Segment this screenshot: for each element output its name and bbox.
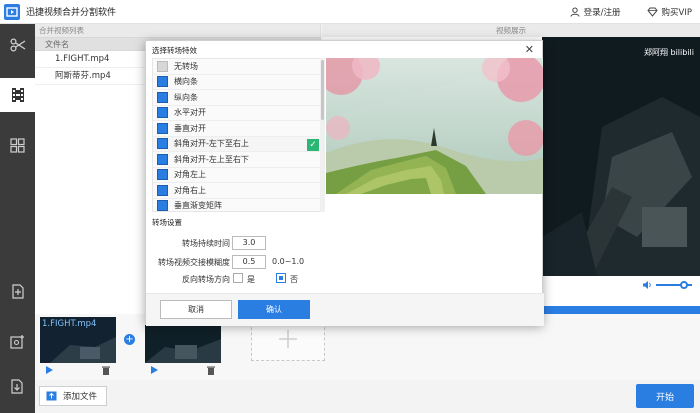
- plus-icon: [279, 330, 297, 348]
- reverse-yes-label: 是: [247, 275, 255, 284]
- reverse-row: 反向转场方向 是 否: [146, 272, 322, 286]
- confirm-button[interactable]: 确认: [238, 300, 310, 319]
- effect-item[interactable]: 垂直对开: [153, 121, 321, 137]
- sidebar: [0, 24, 35, 413]
- blur-range: 0.0~1.0: [272, 257, 305, 266]
- duration-input[interactable]: 3.0: [232, 236, 266, 250]
- effect-item[interactable]: 纵向条: [153, 90, 321, 106]
- video-frame-image: [542, 37, 700, 276]
- export-icon: [11, 378, 23, 394]
- user-icon: [570, 7, 580, 17]
- blur-input[interactable]: 0.5: [232, 255, 266, 269]
- footer-bar: 添加文件 开始: [35, 380, 700, 413]
- effect-item[interactable]: 对角左上: [153, 168, 321, 183]
- login-button[interactable]: 登录/注册: [570, 6, 621, 18]
- title-bar: 迅捷视频合并分割软件 登录/注册 购买VIP: [0, 0, 700, 24]
- transition-dialog: 选择转场特效 ✕ 无转场 横向条 纵向条 水平对开 垂直对开 斜角对开-左下至右…: [145, 40, 544, 326]
- login-label: 登录/注册: [583, 8, 621, 18]
- corner-icon: [157, 184, 168, 196]
- clip-controls: [145, 364, 221, 376]
- diamond-icon: [646, 7, 658, 17]
- sidebar-item-export[interactable]: [0, 369, 35, 403]
- start-button[interactable]: 开始: [636, 384, 694, 408]
- merge-list-title: 合并视频列表: [35, 24, 320, 37]
- reverse-no-label: 否: [290, 275, 298, 284]
- duration-row: 转场持续时间 3.0: [146, 236, 322, 250]
- timeline-clip[interactable]: 1.FIGHT.mp4: [40, 317, 116, 363]
- effect-item-selected[interactable]: 斜角对开-左下至右上 ✓: [153, 136, 321, 152]
- upload-icon: [46, 391, 57, 401]
- dialog-footer: 取消 确认: [146, 293, 544, 326]
- close-icon[interactable]: ✕: [525, 43, 534, 56]
- grid-icon: [10, 137, 25, 153]
- trash-icon[interactable]: [102, 366, 110, 375]
- diagonal-split-icon: [157, 138, 168, 150]
- corner-icon: [157, 169, 168, 181]
- volume-slider-handle[interactable]: [680, 281, 688, 289]
- add-file-label: 添加文件: [63, 392, 98, 402]
- volume-control[interactable]: [642, 278, 700, 292]
- sidebar-item-split[interactable]: [0, 28, 35, 62]
- import-icon: [11, 283, 24, 299]
- film-strip-icon: [11, 88, 24, 102]
- preview-title: 视频展示: [322, 24, 700, 37]
- blur-label: 转场视频交接模糊度: [158, 258, 230, 267]
- settings-title: 转场设置: [152, 218, 182, 227]
- sidebar-item-settings[interactable]: [0, 324, 35, 358]
- clip-controls: [40, 364, 116, 376]
- scissors-icon: [9, 38, 25, 52]
- sidebar-item-merge[interactable]: [0, 78, 35, 112]
- sidebar-item-grid[interactable]: [0, 128, 35, 162]
- transition-preview-image: [326, 58, 543, 194]
- volume-icon: [643, 281, 651, 289]
- effect-list-scrollbar[interactable]: [320, 58, 325, 212]
- diagonal-split-icon: [157, 153, 168, 165]
- app-window: 迅捷视频合并分割软件 登录/注册 购买VIP 合并视频列表 文件名 1.FIGH…: [0, 0, 700, 413]
- app-logo-icon: [4, 3, 20, 20]
- add-file-button[interactable]: 添加文件: [39, 386, 107, 406]
- vertical-split-icon: [157, 122, 168, 134]
- dialog-title: 选择转场特效: [152, 46, 197, 55]
- play-icon[interactable]: [151, 366, 158, 374]
- gradient-matrix-icon: [157, 200, 168, 211]
- reverse-yes-checkbox[interactable]: [233, 273, 243, 283]
- vertical-bars-icon: [157, 91, 168, 103]
- effect-item-none[interactable]: 无转场: [153, 59, 321, 75]
- trash-icon[interactable]: [207, 366, 215, 375]
- buy-vip-button[interactable]: 购买VIP: [646, 6, 692, 18]
- scrollbar-thumb[interactable]: [321, 60, 324, 120]
- settings-icon: [10, 334, 24, 349]
- effect-item[interactable]: 斜角对开-左上至右下: [153, 152, 321, 168]
- volume-slider[interactable]: [656, 281, 692, 289]
- blur-row: 转场视频交接模糊度 0.5 0.0~1.0: [146, 255, 322, 269]
- duration-label: 转场持续时间: [182, 239, 230, 248]
- cancel-button[interactable]: 取消: [160, 300, 232, 319]
- sidebar-item-import[interactable]: [0, 274, 35, 308]
- reverse-no-checkbox[interactable]: [276, 273, 286, 283]
- no-transition-icon: [157, 60, 168, 72]
- video-watermark: 郑阿翔 bilibili: [643, 48, 694, 57]
- playback-progress-bar[interactable]: [542, 306, 700, 314]
- vip-label: 购买VIP: [661, 8, 692, 18]
- horizontal-split-icon: [157, 107, 168, 119]
- add-transition-button[interactable]: +: [124, 334, 135, 345]
- checkmark-icon: ✓: [307, 138, 319, 151]
- effect-item[interactable]: 对角右上: [153, 183, 321, 199]
- effect-item[interactable]: 横向条: [153, 75, 321, 90]
- transition-preview: [326, 58, 543, 194]
- effect-item[interactable]: 垂直渐变矩阵: [153, 199, 321, 211]
- horizontal-bars-icon: [157, 76, 168, 88]
- play-icon[interactable]: [46, 366, 53, 374]
- effect-item[interactable]: 水平对开: [153, 106, 321, 121]
- clip-name: 1.FIGHT.mp4: [42, 319, 97, 329]
- effect-list: 无转场 横向条 纵向条 水平对开 垂直对开 斜角对开-左下至右上 ✓ 斜角对开-左…: [152, 58, 322, 212]
- video-preview[interactable]: 郑阿翔 bilibili: [542, 37, 700, 276]
- reverse-label: 反向转场方向: [182, 275, 230, 284]
- app-title: 迅捷视频合并分割软件: [26, 8, 117, 18]
